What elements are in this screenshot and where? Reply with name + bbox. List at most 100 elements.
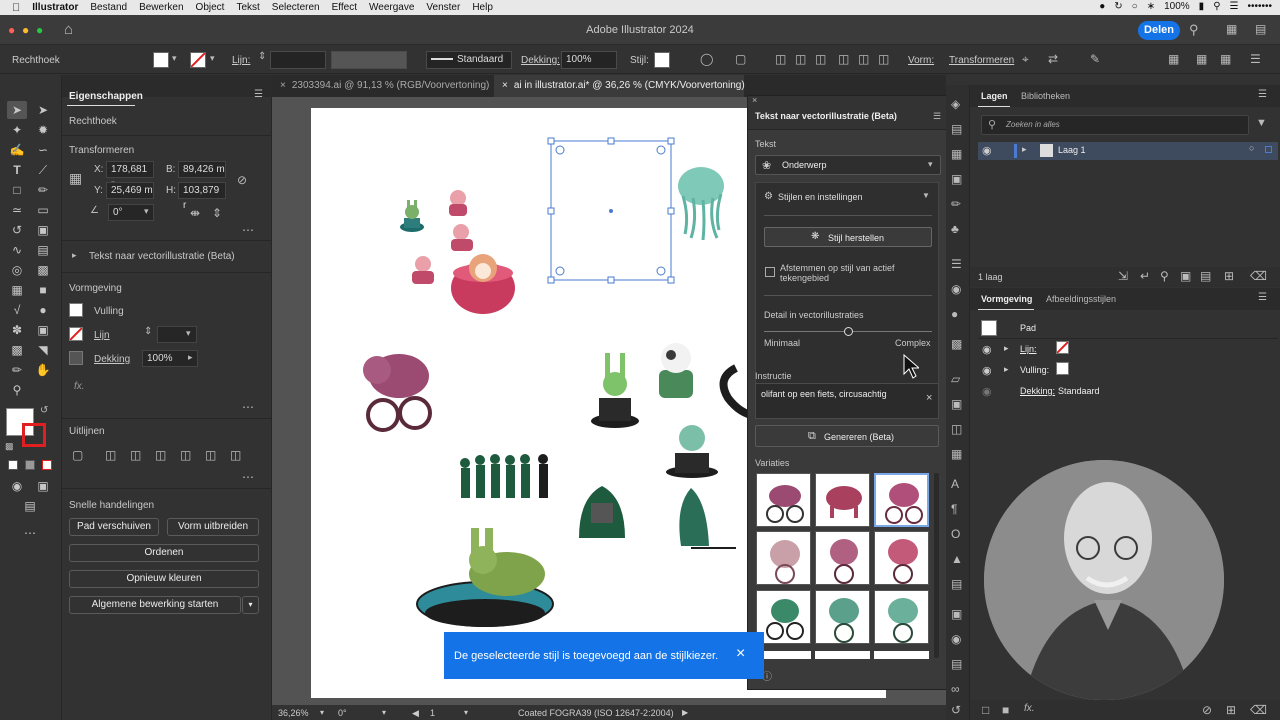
clipping-mask-icon[interactable]: ▣ — [1180, 269, 1191, 283]
target-icon[interactable]: ○ — [1249, 143, 1254, 153]
export-icon[interactable]: ⇲ — [1118, 269, 1128, 283]
align-vcenter-icon[interactable]: ◫ — [205, 448, 216, 462]
draw-behind-icon[interactable]: ▣ — [33, 477, 53, 495]
more-options-icon[interactable]: ⋯ — [242, 400, 254, 414]
match-style-checkbox[interactable] — [765, 267, 775, 277]
transform-each-icon[interactable]: ⌖ — [1022, 52, 1029, 67]
panel-icon[interactable]: ◉ — [951, 632, 961, 646]
rotate-tool-icon[interactable]: ↺ — [7, 221, 27, 239]
clear-appearance-icon[interactable]: ⊘ — [1202, 703, 1212, 717]
duplicate-icon[interactable]: ⊞ — [1226, 703, 1236, 717]
more-icon[interactable]: ☰ — [1250, 52, 1261, 66]
stroke-label[interactable]: Lijn: — [1020, 344, 1037, 354]
curvature-tool-icon[interactable]: ∽ — [33, 141, 53, 159]
variation-thumb-selected[interactable] — [874, 473, 929, 527]
trash-icon[interactable]: ⌫ — [1250, 703, 1267, 717]
battery-icon[interactable]: ▮ — [1199, 1, 1205, 12]
stepper-icon[interactable]: ⇕ — [144, 326, 152, 337]
menu-window[interactable]: Venster — [426, 2, 460, 13]
locate-object-icon[interactable]: ↵ — [1140, 269, 1150, 283]
chevron-down-icon[interactable]: ▼ — [922, 191, 930, 200]
fill-swatch[interactable] — [1056, 362, 1069, 375]
sync-icon[interactable]: ↻ — [1114, 1, 1122, 12]
draw-mode-icon[interactable]: ◉ — [7, 477, 27, 495]
chevron-down-icon[interactable]: ▾ — [242, 596, 259, 614]
artboard-number[interactable]: 1 — [430, 708, 435, 718]
expand-shape-button[interactable]: Vorm uitbreiden — [167, 518, 259, 536]
panel-icon[interactable]: ◉ — [951, 282, 961, 296]
opacity-field[interactable]: 100% — [561, 51, 617, 69]
opacity-label[interactable]: Dekking: — [1020, 386, 1055, 396]
close-icon[interactable]: × — [752, 95, 757, 105]
height-field[interactable]: 103,879 r — [178, 182, 226, 211]
gradient-tool-icon[interactable]: ■ — [33, 281, 53, 299]
variable-width-field[interactable] — [331, 51, 407, 69]
variation-thumb[interactable] — [815, 473, 870, 527]
panel-icon[interactable]: ▤ — [951, 577, 962, 591]
variation-thumb[interactable] — [756, 531, 811, 585]
constrain-proportions-icon[interactable]: ⊘ — [237, 173, 247, 187]
eyedropper-icon[interactable]: ✏ — [7, 361, 27, 379]
tab-layers[interactable]: Lagen — [981, 91, 1008, 101]
workspace-icon[interactable]: ▦ — [1226, 22, 1237, 36]
align-middle-icon[interactable]: ◫ — [858, 52, 869, 66]
screen-mode-icon[interactable]: ▤ — [20, 497, 40, 515]
selection-indicator[interactable] — [1265, 146, 1272, 153]
edit-toolbar-icon[interactable]: ⋯ — [20, 524, 40, 542]
width-field[interactable]: 89,426 m — [178, 161, 226, 178]
previous-artboard-icon[interactable]: ◀ — [412, 708, 419, 719]
y-field[interactable]: 25,469 m — [106, 182, 154, 199]
panel-icon[interactable]: ▱ — [951, 372, 960, 386]
warp-tool-icon[interactable]: ∿ — [7, 241, 27, 259]
panel-menu-icon[interactable]: ☰ — [933, 111, 941, 122]
panel-icon[interactable]: ▣ — [951, 172, 962, 186]
bunny-in-pool[interactable] — [416, 528, 554, 627]
chevron-right-icon[interactable]: ▸ — [188, 352, 193, 363]
color-mode-icon[interactable] — [8, 460, 18, 470]
variation-thumb[interactable] — [756, 473, 811, 527]
menu-help[interactable]: Help — [472, 2, 493, 13]
share-button[interactable]: Delen — [1138, 21, 1180, 40]
detail-slider-thumb[interactable] — [844, 327, 853, 336]
align-center-icon[interactable]: ◫ — [795, 52, 806, 66]
more-options-icon[interactable]: ⋯ — [242, 223, 254, 237]
panel-menu-icon[interactable]: ▦ — [1168, 52, 1179, 66]
character-icon[interactable]: A — [951, 477, 959, 491]
glyphs-icon[interactable]: ▲ — [951, 552, 963, 566]
panel-icon[interactable]: ▤ — [951, 122, 962, 136]
align-left-icon[interactable]: ◫ — [775, 52, 786, 66]
visibility-eye-icon[interactable]: ◉ — [982, 343, 992, 356]
swap-colors-icon[interactable]: ↺ — [40, 405, 48, 416]
direct-selection-tool-icon[interactable]: ➤ — [33, 101, 53, 119]
fill-label[interactable]: Vulling: — [1020, 365, 1049, 375]
control-center-icon[interactable]: ☰ — [1230, 1, 1239, 12]
layer-name[interactable]: Laag 1 — [1058, 145, 1086, 155]
hooded-figure[interactable] — [579, 486, 625, 538]
apple-icon[interactable]:  — [12, 2, 20, 14]
hand-tool-icon[interactable]: ✋ — [33, 361, 53, 379]
close-icon[interactable]: × — [502, 80, 508, 91]
panel-title[interactable]: Tekst naar vectorillustratie (Beta) — [755, 111, 897, 121]
fx-icon[interactable]: fx. — [1024, 703, 1035, 714]
stroke-label[interactable]: Lijn — [94, 330, 110, 341]
stroke-weight-field[interactable] — [270, 51, 326, 69]
chevron-down-icon[interactable]: ▾ — [144, 206, 149, 217]
align-bottom-icon[interactable]: ◫ — [230, 448, 241, 462]
opacity-label[interactable]: Dekking: — [521, 55, 560, 66]
gradient-mode-icon[interactable] — [25, 460, 35, 470]
stroke-swatch[interactable] — [190, 52, 206, 68]
panel-icon[interactable]: ▣ — [951, 607, 962, 621]
menu-effect[interactable]: Effect — [332, 2, 357, 13]
align-to-icon[interactable]: ▢ — [735, 52, 746, 66]
align-left-icon[interactable]: ◫ — [105, 448, 116, 462]
rotation-field[interactable]: 0° — [338, 708, 347, 718]
blend-tool-icon[interactable]: ● — [33, 301, 53, 319]
tab-document-2[interactable]: × ai in illustrator.ai* @ 36,26 % (CMYK/V… — [494, 75, 745, 97]
stroke-color-swatch[interactable] — [22, 423, 46, 447]
lasso-tool-icon[interactable]: ✹ — [33, 121, 53, 139]
stroke-swatch[interactable] — [69, 327, 83, 341]
text-to-vector-section[interactable]: Tekst naar vectorillustratie (Beta) — [89, 251, 235, 262]
tab-appearance[interactable]: Vormgeving — [981, 294, 1032, 304]
generate-button[interactable]: ⧉ Genereren (Beta) — [755, 425, 939, 447]
reference-point-icon[interactable]: ▦ — [69, 170, 82, 187]
